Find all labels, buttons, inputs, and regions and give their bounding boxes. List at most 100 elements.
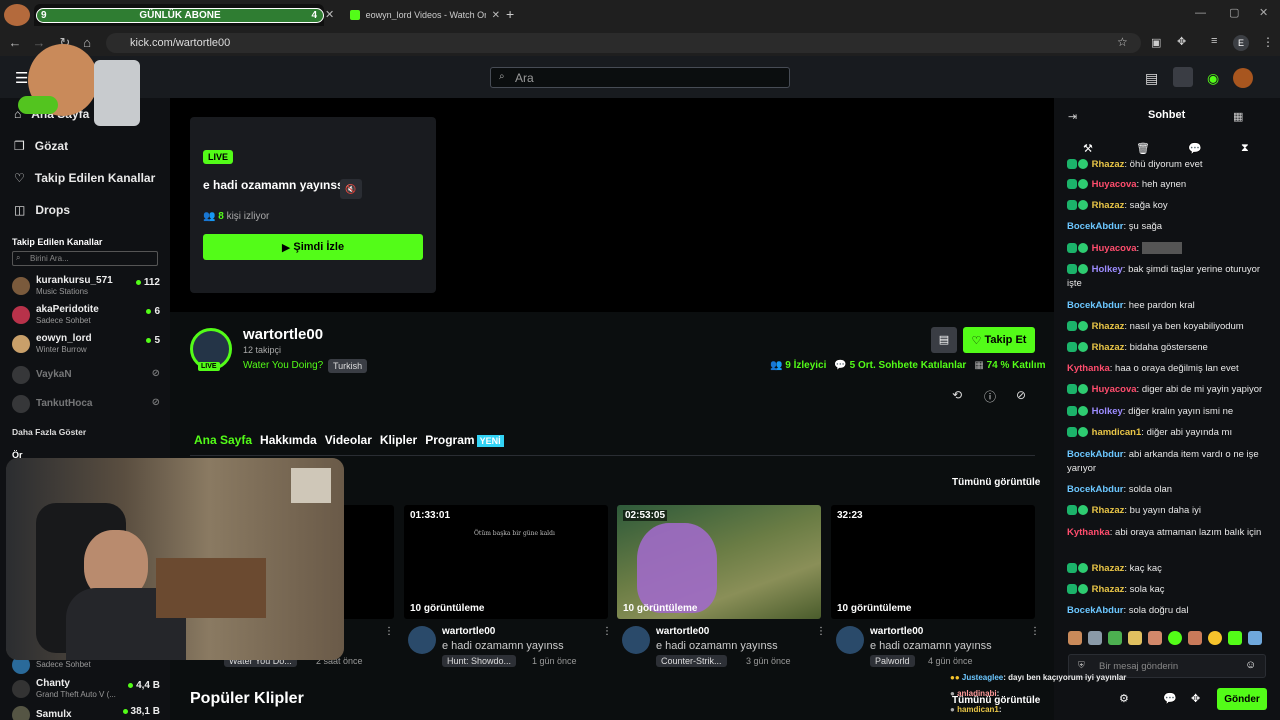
sidebar-channel-kurankursu[interactable]: kurankursu_571 Music Stations 112	[12, 273, 162, 299]
more-options-icon[interactable]: ⋮	[816, 626, 826, 637]
more-options-icon[interactable]: ⋮	[602, 626, 612, 637]
chat-username[interactable]: Rhazaz	[1092, 321, 1125, 332]
channel-avatar[interactable]	[836, 626, 864, 654]
video-thumbnail[interactable]: 32:23 10 görüntüleme	[831, 505, 1035, 619]
user-avatar[interactable]	[1233, 68, 1253, 88]
chat-username[interactable]: Rhazaz	[1092, 159, 1125, 170]
chat-username[interactable]: Rhazaz	[1092, 342, 1125, 353]
info-icon[interactable]: ⓘ	[984, 388, 996, 405]
new-tab-icon[interactable]: +	[506, 6, 514, 22]
emote[interactable]	[1248, 631, 1262, 645]
language-tag[interactable]: Turkish	[328, 359, 368, 373]
profile-avatar[interactable]: E	[1233, 35, 1249, 51]
emote[interactable]	[1208, 631, 1222, 645]
reading-list-icon[interactable]: ≡	[1211, 35, 1217, 47]
nav-following[interactable]: ♡ Takip Edilen Kanallar	[14, 171, 155, 185]
sidebar-channel-samulx[interactable]: Samulx 38,1 B	[12, 702, 162, 720]
search-input[interactable]: Ara	[490, 67, 790, 88]
video-channel[interactable]: wartortle00	[442, 626, 495, 637]
video-thumbnail[interactable]: 02:53:05 10 görüntüleme	[617, 505, 821, 619]
emote[interactable]	[1108, 631, 1122, 645]
chat-username[interactable]: hamdican1	[1092, 427, 1142, 438]
nav-drops[interactable]: ◫ Drops	[14, 203, 70, 217]
sidebar-channel-eowyn-lord[interactable]: eowyn_lord Winter Burrow 5	[12, 331, 162, 357]
sidebar-channel-vaykan[interactable]: VaykaN ⊘	[12, 362, 162, 388]
slow-mode-icon[interactable]: ⧗	[1241, 142, 1249, 155]
chat-username[interactable]: Kythanka	[1067, 527, 1110, 538]
more-options-icon[interactable]: ⋮	[1030, 626, 1040, 637]
chat-username[interactable]: BocekAbdur	[1067, 605, 1123, 616]
tab-eowyn-videos[interactable]: eowyn_lord Videos - Watch On ✕	[340, 4, 500, 26]
chat-bubble-icon[interactable]: 💬	[1188, 142, 1202, 155]
hide-icon[interactable]: ⊘	[1016, 388, 1026, 402]
send-button[interactable]: Gönder	[1217, 688, 1267, 710]
video-title[interactable]: e hadi ozamamn yayınss	[442, 640, 564, 652]
emote[interactable]	[1168, 631, 1182, 645]
video-title[interactable]: e hadi ozamamn yayınss	[870, 640, 992, 652]
follow-button[interactable]: ♡ Takip Et	[963, 327, 1035, 353]
emote[interactable]	[1228, 631, 1242, 645]
collapse-chat-icon[interactable]: ⇥	[1068, 110, 1077, 123]
hamburger-menu-icon[interactable]: ☰	[15, 69, 28, 87]
notification-bell-button[interactable]: ▤	[931, 327, 957, 353]
forward-icon[interactable]: →	[31, 35, 47, 50]
channel-avatar[interactable]	[622, 626, 650, 654]
chat-username[interactable]: BocekAbdur	[1067, 484, 1123, 495]
sidebar-channel-tankuthoca[interactable]: TankutHoca ⊘	[12, 391, 162, 417]
kick-coin-icon[interactable]: ◉	[1207, 70, 1219, 87]
channel-filter-input[interactable]: Birini Ara...	[12, 251, 158, 266]
tab-videos[interactable]: Videolar	[325, 433, 372, 447]
channel-avatar[interactable]	[408, 626, 436, 654]
emote[interactable]	[1068, 631, 1082, 645]
chat-username[interactable]: Huyacova	[1092, 243, 1137, 254]
video-channel[interactable]: wartortle00	[870, 626, 923, 637]
chat-username[interactable]: BocekAbdur	[1067, 300, 1123, 311]
tab-about[interactable]: Hakkımda	[260, 433, 317, 447]
settings-gear-icon[interactable]: ⚙	[1119, 692, 1129, 705]
category-link[interactable]: Water You Doing?	[243, 360, 323, 371]
video-category[interactable]: Palworld	[870, 655, 915, 667]
close-tab-icon[interactable]: ✕	[325, 8, 334, 21]
chat-username[interactable]: BocekAbdur	[1067, 221, 1123, 232]
video-category[interactable]: Counter-Strik...	[656, 655, 727, 667]
chat-bubble-icon[interactable]: 💬	[1163, 692, 1177, 705]
chat-username[interactable]: BocekAbdur	[1067, 449, 1123, 460]
video-category[interactable]: Hunt: Showdo...	[442, 655, 517, 667]
emote[interactable]	[1148, 631, 1162, 645]
tab-home[interactable]: Ana Sayfa	[194, 433, 252, 447]
maximize-icon[interactable]: ▢	[1229, 6, 1239, 19]
close-tab-icon[interactable]: ✕	[492, 10, 500, 21]
watch-now-button[interactable]: ▶ Şimdi İzle	[203, 234, 423, 260]
chat-username[interactable]: Rhazaz	[1092, 563, 1125, 574]
video-channel[interactable]: wartortle00	[656, 626, 709, 637]
nav-browse[interactable]: ❐ Gözat	[14, 139, 68, 153]
mod-hammer-icon[interactable]: ⚒	[1083, 142, 1093, 155]
url-field[interactable]: kick.com/wartortle00	[106, 33, 1141, 53]
emote[interactable]	[1188, 631, 1202, 645]
layout-toggle-icon[interactable]	[1173, 67, 1193, 87]
tab-schedule[interactable]: Program YENİ	[425, 433, 504, 447]
drops-gift-icon[interactable]: ▤	[1145, 70, 1158, 87]
show-more-link[interactable]: Daha Fazla Göster	[12, 427, 86, 437]
home-icon[interactable]: ⌂	[79, 35, 95, 50]
cast-icon[interactable]: ▣	[1151, 36, 1161, 49]
share-icon[interactable]: ⟲	[952, 388, 962, 402]
chat-users-icon[interactable]: ▦	[1233, 110, 1243, 123]
bookmark-star-icon[interactable]: ☆	[1117, 35, 1128, 49]
trash-icon[interactable]: 🗑	[1136, 142, 1150, 155]
extensions-icon[interactable]: ✥	[1177, 35, 1186, 48]
chat-username[interactable]: Holkey	[1092, 264, 1123, 275]
chat-username[interactable]: Holkey	[1092, 406, 1123, 417]
video-title[interactable]: e hadi ozamamn yayınss	[656, 640, 778, 652]
sidebar-channel-chanty[interactable]: Chanty Grand Theft Auto V (... 4,4 B	[12, 676, 162, 702]
chat-username[interactable]: Huyacova	[1092, 384, 1137, 395]
minimize-icon[interactable]: —	[1195, 7, 1206, 19]
back-icon[interactable]: ←	[7, 35, 23, 50]
chat-username[interactable]: Kythanka	[1067, 363, 1110, 374]
video-thumbnail[interactable]: 01:33:01 Ötüm başka bir güne kaldı 10 gö…	[404, 505, 608, 619]
browser-menu-icon[interactable]: ⋮	[1262, 35, 1274, 49]
more-options-icon[interactable]: ⋮	[384, 626, 394, 637]
emote[interactable]	[1128, 631, 1142, 645]
emoji-picker-icon[interactable]: ☺	[1245, 659, 1256, 671]
view-all-videos-link[interactable]: Tümünü görüntüle	[952, 477, 1040, 488]
